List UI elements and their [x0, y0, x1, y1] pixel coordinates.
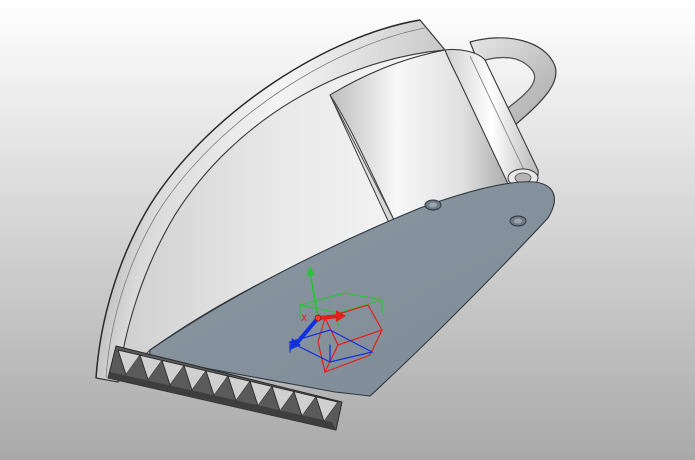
triad-x-label: X [301, 314, 307, 324]
triad-origin[interactable] [314, 314, 322, 322]
cad-3d-viewport[interactable]: X [0, 0, 695, 460]
viewport-canvas[interactable]: X [0, 0, 695, 460]
mount-hole-2-inner [514, 218, 522, 224]
mount-hole-1-inner [429, 202, 437, 208]
